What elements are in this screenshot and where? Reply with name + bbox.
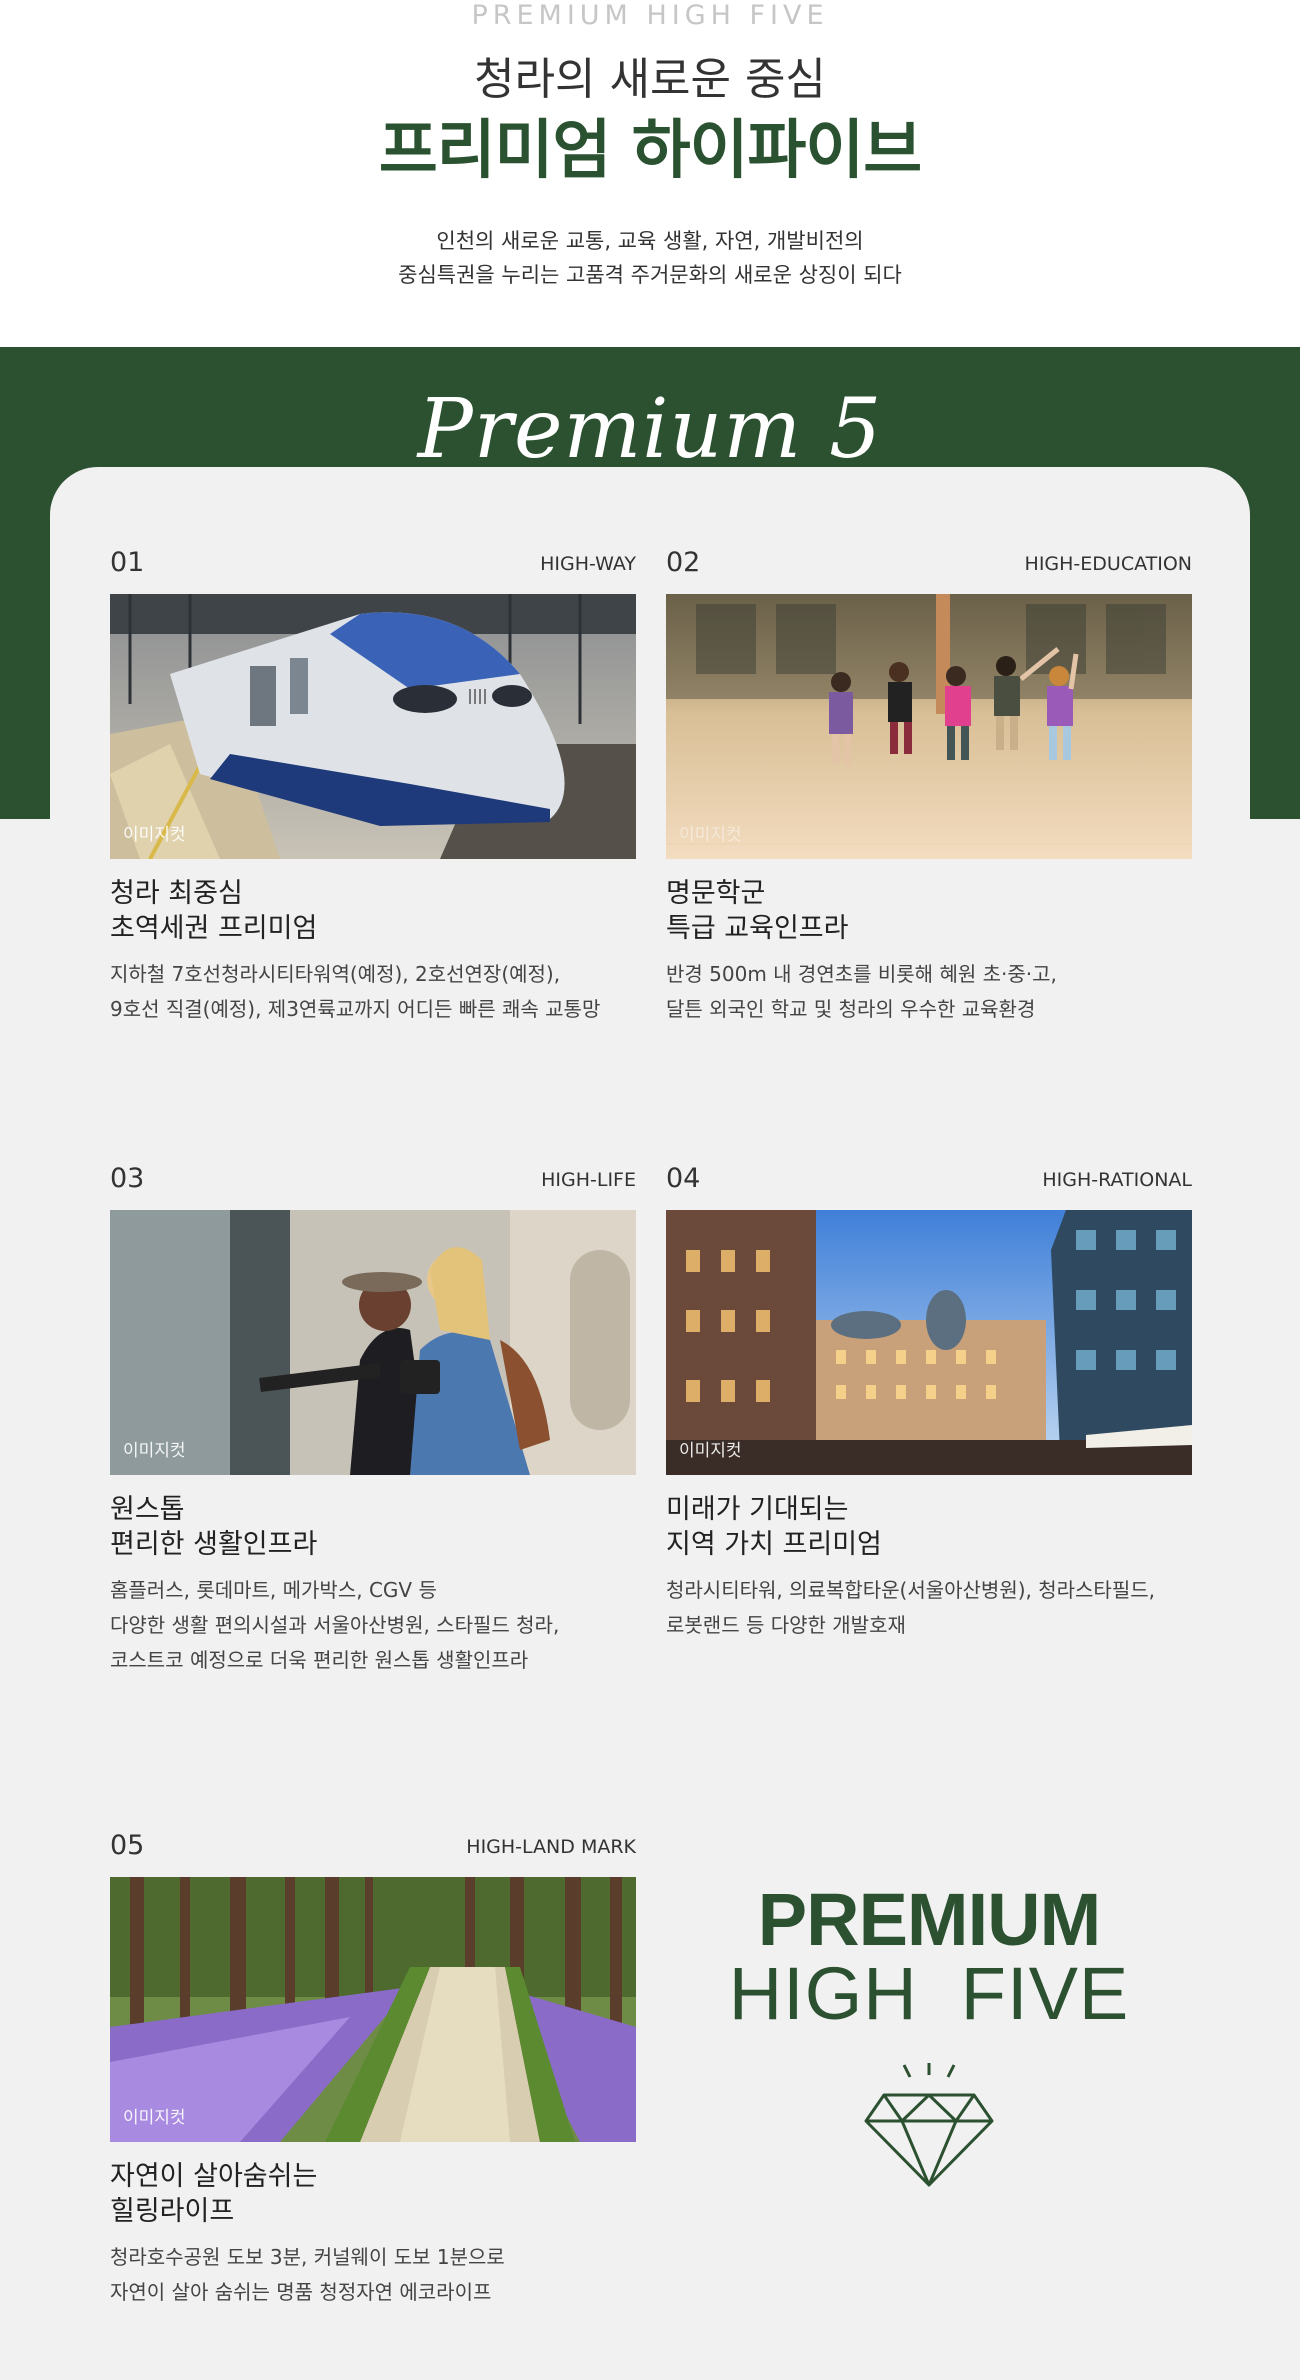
item-description: 청라시티타워, 의료복합타운(서울아산병원), 청라스타필드, 로봇랜드 등 다… xyxy=(666,1573,1206,1643)
running-children-photo: 이미지컷 xyxy=(666,594,1192,859)
item-description-line: 홈플러스, 롯데마트, 메가박스, CGV 등 xyxy=(110,1578,437,1602)
item-description-line: 코스트코 예정으로 더욱 편리한 원스톱 생활인프라 xyxy=(110,1648,529,1672)
item-description-line: 9호선 직결(예정), 제3연륙교까지 어디든 빠른 쾌속 교통망 xyxy=(110,997,601,1021)
image-cut-badge: 이미지컷 xyxy=(679,1441,742,1461)
high-speed-train-photo: 이미지컷 xyxy=(110,594,636,859)
item-heading-line-1: 미래가 기대되는 xyxy=(666,1494,849,1525)
item-description-line: 청라시티타워, 의료복합타운(서울아산병원), 청라스타필드, xyxy=(666,1578,1155,1602)
item-tag: HIGH-LIFE xyxy=(541,1169,636,1191)
item-description-line: 다양한 생활 편의시설과 서울아산병원, 스타필드 청라, xyxy=(110,1613,560,1637)
item-description-line: 자연이 살아 숨쉬는 명품 청정자연 에코라이프 xyxy=(110,2280,492,2304)
item-tag: HIGH-RATIONAL xyxy=(1042,1169,1192,1191)
item-description: 지하철 7호선청라시티타워역(예정), 2호선연장(예정), 9호선 직결(예정… xyxy=(110,957,650,1027)
premium-5-title: Premium 5 xyxy=(417,382,883,477)
item-number: 03 xyxy=(110,1163,145,1194)
item-description-line: 지하철 7호선청라시티타워역(예정), 2호선연장(예정), xyxy=(110,962,561,986)
item-description-line: 달튼 외국인 학교 및 청라의 우수한 교육환경 xyxy=(666,997,1036,1021)
image-cut-badge: 이미지컷 xyxy=(679,825,742,845)
diamond-icon xyxy=(864,2063,994,2187)
item-description-line: 로봇랜드 등 다양한 개발호재 xyxy=(666,1613,906,1637)
item-tag: HIGH-LAND MARK xyxy=(466,1836,636,1858)
intro-description: 인천의 새로운 교통, 교육 생활, 자연, 개발비전의 중심특권을 누리는 고… xyxy=(0,224,1300,292)
item-heading-line-2: 초역세권 프리미엄 xyxy=(110,913,318,944)
city-street-photo: 이미지컷 xyxy=(666,1210,1192,1475)
item-number: 04 xyxy=(666,1163,701,1194)
item-description-line: 반경 500m 내 경연초를 비롯해 혜원 초·중·고, xyxy=(666,962,1057,986)
item-heading-line-1: 청라 최중심 xyxy=(110,878,243,909)
premium-high-five-logo: PREMIUM HIGH FIVE xyxy=(666,1880,1192,2200)
forest-path-photo: 이미지컷 xyxy=(110,1877,636,2142)
intro-subtitle: 청라의 새로운 중심 xyxy=(474,54,826,105)
item-heading-line-1: 자연이 살아숨쉬는 xyxy=(110,2161,318,2192)
image-cut-badge: 이미지컷 xyxy=(123,2108,186,2128)
item-heading-line-2: 특급 교육인프라 xyxy=(666,913,849,944)
intro-desc-line-1: 인천의 새로운 교통, 교육 생활, 자연, 개발비전의 xyxy=(436,229,864,253)
item-description: 홈플러스, 롯데마트, 메가박스, CGV 등 다양한 생활 편의시설과 서울아… xyxy=(110,1573,650,1678)
intro-eyebrow: PREMIUM HIGH FIVE xyxy=(471,0,829,31)
item-heading-line-2: 힐링라이프 xyxy=(110,2196,235,2227)
item-number: 01 xyxy=(110,547,145,578)
item-number: 02 xyxy=(666,547,701,578)
item-description: 청라호수공원 도보 3분, 커널웨이 도보 1분으로 자연이 살아 숨쉬는 명품… xyxy=(110,2240,650,2310)
shopping-women-photo: 이미지컷 xyxy=(110,1210,636,1475)
item-description: 반경 500m 내 경연초를 비롯해 혜원 초·중·고, 달튼 외국인 학교 및… xyxy=(666,957,1206,1027)
item-tag: HIGH-WAY xyxy=(540,553,636,575)
item-heading-line-2: 편리한 생활인프라 xyxy=(110,1529,318,1560)
item-heading-line-2: 지역 가치 프리미엄 xyxy=(666,1529,882,1560)
item-heading-line-1: 원스톱 xyxy=(110,1494,185,1525)
item-heading-line-1: 명문학군 xyxy=(666,878,766,909)
logo-line-2: HIGH FIVE xyxy=(728,1952,1130,2035)
logo-line-1: PREMIUM xyxy=(757,1878,1101,1961)
item-number: 05 xyxy=(110,1830,145,1861)
image-cut-badge: 이미지컷 xyxy=(123,1441,186,1461)
intro-desc-line-2: 중심특권을 누리는 고품격 주거문화의 새로운 상징이 되다 xyxy=(398,263,902,287)
page-title: 프리미엄 하이파이브 xyxy=(378,114,922,188)
image-cut-badge: 이미지컷 xyxy=(123,825,186,845)
item-description-line: 청라호수공원 도보 3분, 커널웨이 도보 1분으로 xyxy=(110,2245,505,2269)
intro-section: PREMIUM HIGH FIVE 청라의 새로운 중심 프리미엄 하이파이브 … xyxy=(0,0,1300,347)
item-tag: HIGH-EDUCATION xyxy=(1024,553,1192,575)
